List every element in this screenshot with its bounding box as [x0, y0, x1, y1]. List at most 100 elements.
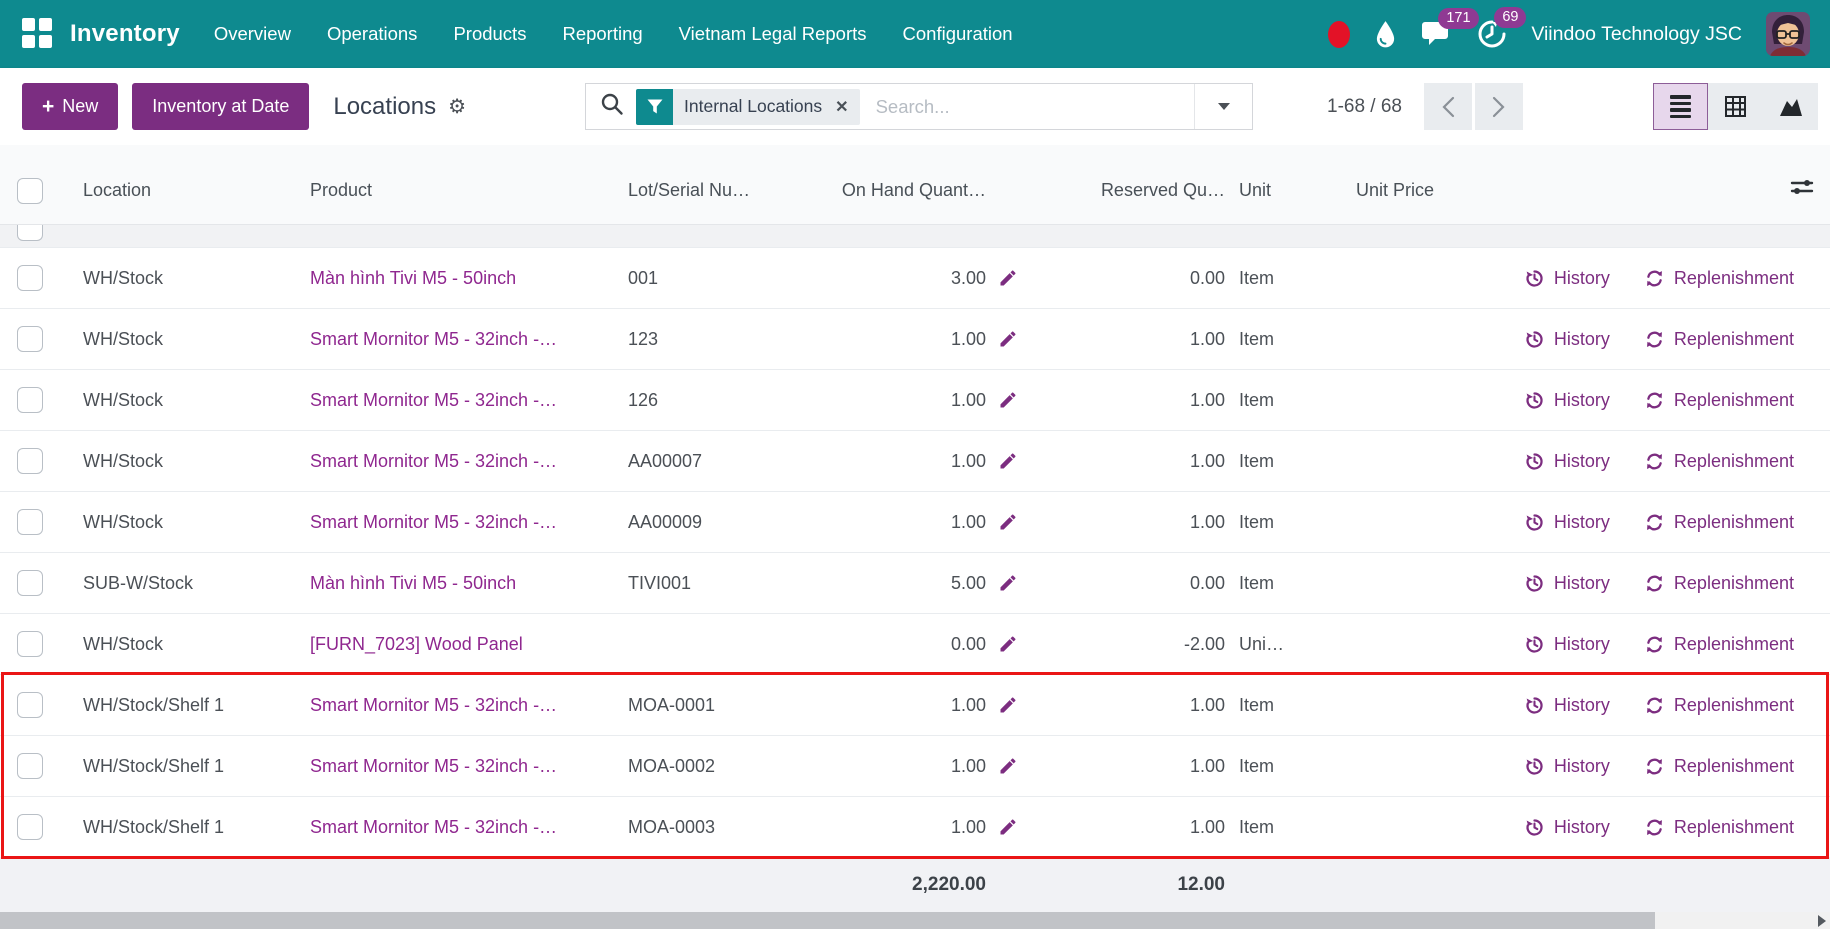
app-title[interactable]: Inventory	[70, 20, 180, 48]
graph-view-button[interactable]	[1763, 83, 1818, 130]
droplet-icon[interactable]	[1374, 20, 1397, 49]
history-link[interactable]: History	[1524, 695, 1610, 716]
table-row[interactable]: WH/Stock Smart Mornitor M5 - 32inch -… 1…	[0, 308, 1830, 369]
row-checkbox[interactable]	[17, 225, 43, 241]
search-box[interactable]: Internal Locations ✕ Search...	[585, 83, 1253, 130]
row-checkbox[interactable]	[17, 631, 43, 657]
menu-item-vietnam-legal-reports[interactable]: Vietnam Legal Reports	[679, 23, 867, 45]
replenishment-link[interactable]: Replenishment	[1644, 390, 1794, 411]
row-checkbox[interactable]	[17, 387, 43, 413]
menu-item-overview[interactable]: Overview	[214, 23, 291, 45]
table-row[interactable]: WH/Stock/Shelf 1 Smart Mornitor M5 - 32i…	[0, 674, 1830, 735]
history-link[interactable]: History	[1524, 329, 1610, 350]
scrollbar-thumb[interactable]	[0, 912, 1655, 929]
pivot-view-button[interactable]	[1708, 83, 1763, 130]
history-link[interactable]: History	[1524, 573, 1610, 594]
replenishment-link[interactable]: Replenishment	[1644, 268, 1794, 289]
column-header-lot[interactable]: Lot/Serial Nu…	[610, 180, 800, 201]
table-row[interactable]: WH/Stock/Shelf 1 Smart Mornitor M5 - 32i…	[0, 735, 1830, 796]
apps-grid-icon[interactable]	[22, 18, 54, 50]
edit-quantity-button[interactable]	[986, 817, 1030, 837]
product-link[interactable]: Smart Mornitor M5 - 32inch -…	[310, 390, 557, 410]
table-row[interactable]: SUB-W/Stock Màn hình Tivi M5 - 50inch TI…	[0, 552, 1830, 613]
facet-remove-icon[interactable]: ✕	[833, 97, 859, 117]
lot-serial-cell: MOA-0001	[610, 695, 800, 716]
replenishment-link[interactable]: Replenishment	[1644, 329, 1794, 350]
select-all-checkbox[interactable]	[17, 178, 43, 204]
list-view-button[interactable]	[1653, 83, 1708, 130]
search-dropdown-toggle[interactable]	[1194, 84, 1252, 129]
table-row[interactable]: WH/Stock/Shelf 1 Smart Mornitor M5 - 32i…	[0, 796, 1830, 857]
edit-quantity-button[interactable]	[986, 756, 1030, 776]
column-header-unit[interactable]: Unit	[1225, 180, 1340, 201]
product-link[interactable]: Màn hình Tivi M5 - 50inch	[310, 268, 516, 288]
inventory-at-date-button[interactable]: Inventory at Date	[132, 83, 309, 130]
history-link[interactable]: History	[1524, 756, 1610, 777]
column-header-reserved[interactable]: Reserved Qu…	[1030, 180, 1225, 201]
product-link[interactable]: Smart Mornitor M5 - 32inch -…	[310, 451, 557, 471]
scrollbar-right-arrow[interactable]	[1818, 915, 1826, 927]
product-link[interactable]: Smart Mornitor M5 - 32inch -…	[310, 329, 557, 349]
history-link[interactable]: History	[1524, 451, 1610, 472]
table-row[interactable]: WH/Stock [FURN_7023] Wood Panel 0.00 -2.…	[0, 613, 1830, 674]
optional-columns-icon[interactable]	[1790, 177, 1814, 202]
messages-icon[interactable]: 171	[1421, 20, 1453, 48]
gear-icon[interactable]: ⚙	[448, 94, 466, 119]
edit-quantity-button[interactable]	[986, 451, 1030, 471]
edit-quantity-button[interactable]	[986, 329, 1030, 349]
activity-clock-icon[interactable]: 69	[1477, 19, 1507, 49]
history-link[interactable]: History	[1524, 268, 1610, 289]
replenishment-link[interactable]: Replenishment	[1644, 817, 1794, 838]
product-link[interactable]: Màn hình Tivi M5 - 50inch	[310, 573, 516, 593]
search-input[interactable]: Search...	[876, 96, 1194, 118]
menu-item-configuration[interactable]: Configuration	[903, 23, 1013, 45]
edit-quantity-button[interactable]	[986, 390, 1030, 410]
replenishment-link[interactable]: Replenishment	[1644, 634, 1794, 655]
menu-item-reporting[interactable]: Reporting	[562, 23, 642, 45]
product-link[interactable]: Smart Mornitor M5 - 32inch -…	[310, 756, 557, 776]
edit-quantity-button[interactable]	[986, 512, 1030, 532]
table-row[interactable]: WH/Stock Smart Mornitor M5 - 32inch -… A…	[0, 491, 1830, 552]
history-link[interactable]: History	[1524, 817, 1610, 838]
row-checkbox[interactable]	[17, 326, 43, 352]
company-name[interactable]: Viindoo Technology JSC	[1531, 23, 1742, 46]
row-checkbox[interactable]	[17, 265, 43, 291]
replenishment-link[interactable]: Replenishment	[1644, 756, 1794, 777]
row-checkbox[interactable]	[17, 753, 43, 779]
horizontal-scrollbar[interactable]	[0, 912, 1830, 929]
column-header-location[interactable]: Location	[60, 180, 295, 201]
product-link[interactable]: [FURN_7023] Wood Panel	[310, 634, 523, 654]
pager-previous-button[interactable]	[1424, 83, 1472, 130]
replenishment-link[interactable]: Replenishment	[1644, 451, 1794, 472]
history-link[interactable]: History	[1524, 512, 1610, 533]
product-link[interactable]: Smart Mornitor M5 - 32inch -…	[310, 512, 557, 532]
history-link[interactable]: History	[1524, 390, 1610, 411]
edit-quantity-button[interactable]	[986, 695, 1030, 715]
history-link[interactable]: History	[1524, 634, 1610, 655]
row-checkbox[interactable]	[17, 570, 43, 596]
replenishment-link[interactable]: Replenishment	[1644, 695, 1794, 716]
row-checkbox[interactable]	[17, 448, 43, 474]
row-checkbox[interactable]	[17, 509, 43, 535]
menu-item-operations[interactable]: Operations	[327, 23, 418, 45]
table-row[interactable]: WH/Stock Smart Mornitor M5 - 32inch -… A…	[0, 430, 1830, 491]
replenishment-link[interactable]: Replenishment	[1644, 573, 1794, 594]
table-row[interactable]: WH/Stock Smart Mornitor M5 - 32inch -… 1…	[0, 369, 1830, 430]
pager-next-button[interactable]	[1475, 83, 1523, 130]
column-header-on-hand[interactable]: On Hand Quant…	[800, 180, 986, 201]
table-row[interactable]: WH/Stock Màn hình Tivi M5 - 50inch 001 3…	[0, 247, 1830, 308]
edit-quantity-button[interactable]	[986, 634, 1030, 654]
row-checkbox[interactable]	[17, 814, 43, 840]
new-button[interactable]: + New	[22, 83, 118, 130]
column-header-product[interactable]: Product	[295, 180, 610, 201]
view-switcher	[1653, 83, 1818, 130]
menu-item-products[interactable]: Products	[453, 23, 526, 45]
edit-quantity-button[interactable]	[986, 268, 1030, 288]
column-header-unit-price[interactable]: Unit Price	[1340, 180, 1475, 201]
replenishment-link[interactable]: Replenishment	[1644, 512, 1794, 533]
product-link[interactable]: Smart Mornitor M5 - 32inch -…	[310, 695, 557, 715]
row-checkbox[interactable]	[17, 692, 43, 718]
user-avatar[interactable]	[1766, 12, 1810, 56]
product-link[interactable]: Smart Mornitor M5 - 32inch -…	[310, 817, 557, 837]
edit-quantity-button[interactable]	[986, 573, 1030, 593]
